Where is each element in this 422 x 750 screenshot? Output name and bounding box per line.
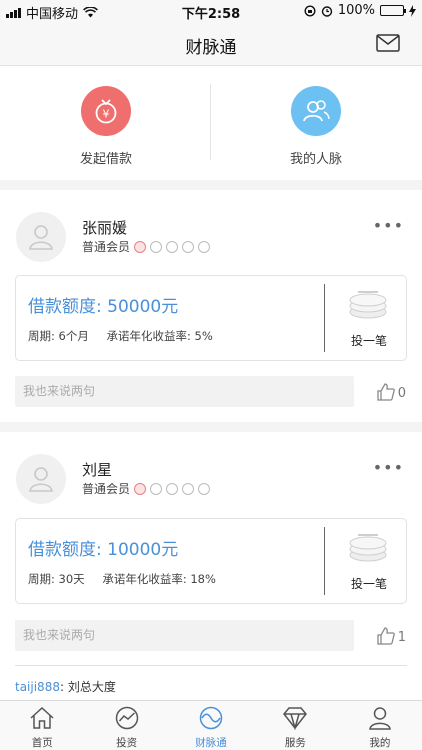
tab-label: 投资	[116, 737, 138, 749]
diamond-icon	[283, 707, 308, 731]
member-level: 普通会员	[82, 480, 211, 497]
rotation-lock-icon	[304, 4, 316, 17]
tab-home[interactable]: 首页	[0, 701, 84, 750]
start-loan-label: 发起借款	[79, 152, 132, 167]
comment-item: taiji888: 刘总大度	[15, 678, 116, 695]
battery-percent: 100%	[337, 3, 375, 18]
comment-user[interactable]: taiji888	[15, 680, 60, 694]
start-loan-button[interactable]: ¥ 发起借款	[36, 86, 176, 167]
invest-label: 投一笔	[350, 334, 387, 348]
invest-button[interactable]: 投一笔	[334, 284, 404, 349]
invest-label: 投一笔	[350, 577, 387, 591]
badge-icon	[198, 482, 211, 495]
thumbs-up-icon	[377, 383, 395, 401]
loan-info-box[interactable]: 借款额度: 10000元 周期: 30天 承诺年化收益率: 18% 投一笔	[15, 518, 407, 604]
people-icon	[291, 86, 341, 136]
loan-period: 周期: 30天	[28, 572, 85, 586]
loan-amount: 借款额度: 50000元	[28, 297, 179, 317]
my-network-label: 我的人脉	[289, 152, 342, 167]
divider	[15, 665, 407, 666]
section-gap	[0, 180, 422, 190]
tab-bar: 首页 投资 财脉通 服务 我的	[0, 700, 422, 750]
svg-text:¥: ¥	[103, 108, 110, 121]
avatar[interactable]	[16, 212, 66, 262]
more-icon[interactable]: •••	[373, 458, 404, 477]
badge-icon	[182, 482, 195, 495]
loan-post: 张丽媛 普通会员 ••• 借款额度: 50000元 周期: 6个月 承诺年化收益…	[0, 190, 422, 422]
nav-bar: 财脉通	[0, 22, 422, 66]
thumbs-up-icon	[377, 627, 395, 645]
divider	[324, 284, 325, 352]
alarm-icon	[321, 5, 333, 17]
like-button[interactable]: 0	[377, 383, 406, 401]
like-count: 0	[397, 386, 406, 401]
charging-icon	[409, 4, 416, 17]
my-network-button[interactable]: 我的人脉	[246, 86, 386, 167]
comment-input[interactable]: 我也来说两句	[15, 376, 354, 407]
money-bag-icon: ¥	[81, 86, 131, 136]
like-count: 1	[397, 630, 406, 645]
divider	[210, 84, 211, 160]
badge-icon	[150, 240, 163, 253]
divider	[324, 527, 325, 595]
tab-label: 财脉通	[195, 737, 227, 749]
member-level: 普通会员	[82, 238, 211, 255]
invest-button[interactable]: 投一笔	[334, 527, 404, 592]
tab-invest[interactable]: 投资	[84, 701, 168, 750]
member-label: 普通会员	[82, 240, 131, 254]
loan-terms: 周期: 30天 承诺年化收益率: 18%	[28, 571, 216, 587]
battery-icon	[380, 5, 406, 16]
badge-icon	[166, 240, 179, 253]
tab-service[interactable]: 服务	[253, 701, 337, 750]
loan-rate: 承诺年化收益率: 5%	[106, 329, 213, 343]
loan-amount: 借款额度: 10000元	[28, 540, 179, 560]
member-label: 普通会员	[82, 482, 131, 496]
user-name[interactable]: 张丽媛	[82, 217, 127, 238]
loan-terms: 周期: 6个月 承诺年化收益率: 5%	[28, 328, 213, 344]
quick-actions: ¥ 发起借款 我的人脉	[0, 66, 422, 180]
comment-text: : 刘总大度	[59, 680, 116, 694]
loan-rate: 承诺年化收益率: 18%	[102, 572, 216, 586]
loan-info-box[interactable]: 借款额度: 50000元 周期: 6个月 承诺年化收益率: 5% 投一笔	[15, 275, 407, 361]
badge-icon	[150, 482, 163, 495]
avatar[interactable]	[16, 454, 66, 504]
coins-icon	[349, 291, 387, 319]
user-placeholder-icon	[29, 467, 53, 492]
status-bar: 中国移动 下午2:58 100%	[0, 0, 422, 22]
loan-post: 刘星 普通会员 ••• 借款额度: 10000元 周期: 30天 承诺年化收益率…	[0, 432, 422, 700]
comment-input[interactable]: 我也来说两句	[15, 620, 354, 651]
tab-label: 首页	[31, 737, 53, 749]
person-icon	[369, 707, 391, 730]
chart-icon	[115, 706, 138, 730]
badge-icon	[182, 240, 195, 253]
badge-icon	[166, 482, 179, 495]
user-placeholder-icon	[29, 225, 53, 250]
network-icon	[199, 706, 223, 730]
mail-icon[interactable]	[376, 34, 400, 52]
tab-mine[interactable]: 我的	[338, 701, 422, 750]
tab-network[interactable]: 财脉通	[169, 701, 253, 750]
page-title: 财脉通	[185, 38, 237, 58]
user-name[interactable]: 刘星	[82, 459, 112, 480]
section-gap	[0, 422, 422, 432]
coins-icon	[349, 534, 387, 562]
home-icon	[30, 706, 54, 729]
badge-icon	[198, 240, 211, 253]
badge-icon	[134, 482, 147, 495]
like-button[interactable]: 1	[377, 627, 406, 645]
loan-period: 周期: 6个月	[28, 329, 89, 343]
tab-label: 服务	[284, 737, 306, 749]
tab-label: 我的	[369, 737, 391, 749]
badge-icon	[134, 240, 147, 253]
more-icon[interactable]: •••	[373, 216, 404, 235]
